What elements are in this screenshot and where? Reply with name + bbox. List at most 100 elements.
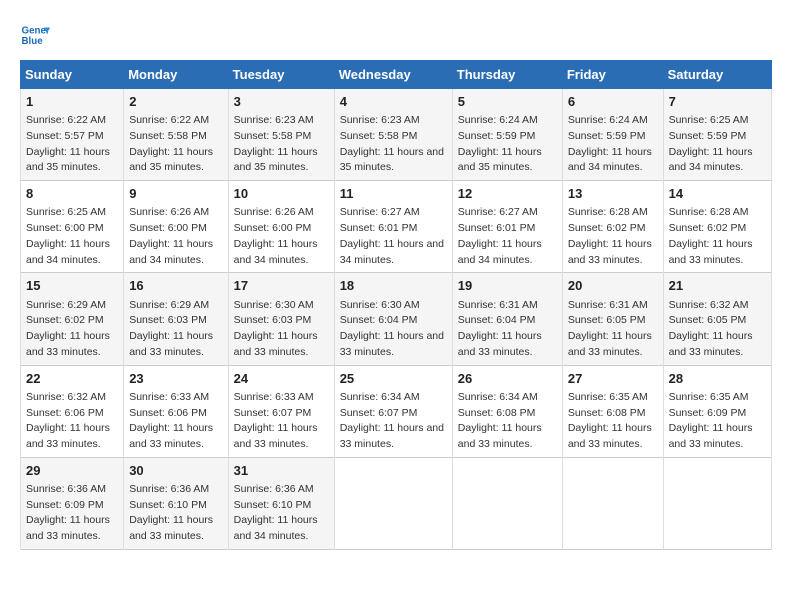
day-number: 31 — [234, 462, 329, 480]
calendar-cell: 29 Sunrise: 6:36 AMSunset: 6:09 PMDayligh… — [21, 457, 124, 549]
calendar-cell: 20Sunrise: 6:31 AMSunset: 6:05 PMDayligh… — [562, 273, 663, 365]
calendar-week-row: 29 Sunrise: 6:36 AMSunset: 6:09 PMDayligh… — [21, 457, 772, 549]
day-info: Sunrise: 6:24 AMSunset: 5:59 PMDaylight:… — [568, 114, 652, 173]
day-info: Sunrise: 6:34 AMSunset: 6:08 PMDaylight:… — [458, 391, 542, 450]
column-header-thursday: Thursday — [452, 61, 562, 89]
calendar-cell — [452, 457, 562, 549]
calendar-week-row: 15 Sunrise: 6:29 AMSunset: 6:02 PMDayligh… — [21, 273, 772, 365]
calendar-cell: 6Sunrise: 6:24 AMSunset: 5:59 PMDaylight… — [562, 89, 663, 181]
day-number: 22 — [26, 370, 118, 388]
day-info: Sunrise: 6:33 AMSunset: 6:07 PMDaylight:… — [234, 391, 318, 450]
day-info: Sunrise: 6:32 AMSunset: 6:06 PMDaylight:… — [26, 391, 110, 450]
day-info: Sunrise: 6:23 AMSunset: 5:58 PMDaylight:… — [340, 114, 444, 173]
calendar-cell: 15 Sunrise: 6:29 AMSunset: 6:02 PMDayligh… — [21, 273, 124, 365]
day-number: 14 — [669, 185, 766, 203]
day-number: 18 — [340, 277, 447, 295]
day-info: Sunrise: 6:32 AMSunset: 6:05 PMDaylight:… — [669, 299, 753, 358]
day-number: 9 — [129, 185, 222, 203]
day-info: Sunrise: 6:26 AMSunset: 6:00 PMDaylight:… — [129, 206, 213, 265]
logo-icon: General Blue — [20, 20, 50, 50]
calendar-cell: 26 Sunrise: 6:34 AMSunset: 6:08 PMDayligh… — [452, 365, 562, 457]
day-number: 23 — [129, 370, 222, 388]
day-info: Sunrise: 6:29 AMSunset: 6:02 PMDaylight:… — [26, 299, 110, 358]
calendar-cell: 13Sunrise: 6:28 AMSunset: 6:02 PMDayligh… — [562, 181, 663, 273]
day-number: 12 — [458, 185, 557, 203]
calendar-week-row: 8 Sunrise: 6:25 AMSunset: 6:00 PMDaylight… — [21, 181, 772, 273]
day-info: Sunrise: 6:27 AMSunset: 6:01 PMDaylight:… — [458, 206, 542, 265]
day-number: 4 — [340, 93, 447, 111]
calendar-cell: 25 Sunrise: 6:34 AMSunset: 6:07 PMDayligh… — [334, 365, 452, 457]
day-info: Sunrise: 6:30 AMSunset: 6:03 PMDaylight:… — [234, 299, 318, 358]
day-info: Sunrise: 6:24 AMSunset: 5:59 PMDaylight:… — [458, 114, 542, 173]
day-info: Sunrise: 6:25 AMSunset: 5:59 PMDaylight:… — [669, 114, 753, 173]
day-number: 15 — [26, 277, 118, 295]
day-number: 24 — [234, 370, 329, 388]
calendar-cell: 1Sunrise: 6:22 AMSunset: 5:57 PMDaylight… — [21, 89, 124, 181]
day-info: Sunrise: 6:36 AMSunset: 6:09 PMDaylight:… — [26, 483, 110, 542]
day-info: Sunrise: 6:22 AMSunset: 5:57 PMDaylight:… — [26, 114, 110, 173]
calendar-cell: 10Sunrise: 6:26 AMSunset: 6:00 PMDayligh… — [228, 181, 334, 273]
day-info: Sunrise: 6:26 AMSunset: 6:00 PMDaylight:… — [234, 206, 318, 265]
day-info: Sunrise: 6:25 AMSunset: 6:00 PMDaylight:… — [26, 206, 110, 265]
calendar-cell: 3Sunrise: 6:23 AMSunset: 5:58 PMDaylight… — [228, 89, 334, 181]
day-number: 11 — [340, 185, 447, 203]
day-number: 26 — [458, 370, 557, 388]
day-number: 7 — [669, 93, 766, 111]
day-number: 21 — [669, 277, 766, 295]
day-number: 30 — [129, 462, 222, 480]
day-info: Sunrise: 6:28 AMSunset: 6:02 PMDaylight:… — [568, 206, 652, 265]
calendar-cell: 2 Sunrise: 6:22 AMSunset: 5:58 PMDaylight… — [124, 89, 228, 181]
header: General Blue — [20, 20, 772, 50]
day-number: 19 — [458, 277, 557, 295]
calendar-cell: 7 Sunrise: 6:25 AMSunset: 5:59 PMDaylight… — [663, 89, 771, 181]
calendar-cell: 21 Sunrise: 6:32 AMSunset: 6:05 PMDayligh… — [663, 273, 771, 365]
calendar-table: SundayMondayTuesdayWednesdayThursdayFrid… — [20, 60, 772, 550]
calendar-header-row: SundayMondayTuesdayWednesdayThursdayFrid… — [21, 61, 772, 89]
day-info: Sunrise: 6:34 AMSunset: 6:07 PMDaylight:… — [340, 391, 444, 450]
column-header-monday: Monday — [124, 61, 228, 89]
day-info: Sunrise: 6:22 AMSunset: 5:58 PMDaylight:… — [129, 114, 213, 173]
calendar-cell: 19Sunrise: 6:31 AMSunset: 6:04 PMDayligh… — [452, 273, 562, 365]
logo: General Blue — [20, 20, 50, 50]
column-header-wednesday: Wednesday — [334, 61, 452, 89]
day-number: 17 — [234, 277, 329, 295]
calendar-cell: 5 Sunrise: 6:24 AMSunset: 5:59 PMDaylight… — [452, 89, 562, 181]
calendar-cell: 18 Sunrise: 6:30 AMSunset: 6:04 PMDayligh… — [334, 273, 452, 365]
day-info: Sunrise: 6:30 AMSunset: 6:04 PMDaylight:… — [340, 299, 444, 358]
day-number: 16 — [129, 277, 222, 295]
svg-text:Blue: Blue — [22, 36, 44, 47]
calendar-cell: 28 Sunrise: 6:35 AMSunset: 6:09 PMDayligh… — [663, 365, 771, 457]
day-number: 2 — [129, 93, 222, 111]
day-info: Sunrise: 6:31 AMSunset: 6:05 PMDaylight:… — [568, 299, 652, 358]
calendar-cell: 14 Sunrise: 6:28 AMSunset: 6:02 PMDayligh… — [663, 181, 771, 273]
calendar-cell: 30 Sunrise: 6:36 AMSunset: 6:10 PMDayligh… — [124, 457, 228, 549]
svg-text:General: General — [22, 26, 51, 37]
column-header-tuesday: Tuesday — [228, 61, 334, 89]
column-header-friday: Friday — [562, 61, 663, 89]
day-info: Sunrise: 6:36 AMSunset: 6:10 PMDaylight:… — [234, 483, 318, 542]
day-info: Sunrise: 6:29 AMSunset: 6:03 PMDaylight:… — [129, 299, 213, 358]
day-number: 27 — [568, 370, 658, 388]
day-info: Sunrise: 6:27 AMSunset: 6:01 PMDaylight:… — [340, 206, 444, 265]
calendar-cell: 4 Sunrise: 6:23 AMSunset: 5:58 PMDaylight… — [334, 89, 452, 181]
calendar-week-row: 22 Sunrise: 6:32 AMSunset: 6:06 PMDayligh… — [21, 365, 772, 457]
day-info: Sunrise: 6:33 AMSunset: 6:06 PMDaylight:… — [129, 391, 213, 450]
day-number: 8 — [26, 185, 118, 203]
day-info: Sunrise: 6:35 AMSunset: 6:09 PMDaylight:… — [669, 391, 753, 450]
calendar-cell: 27Sunrise: 6:35 AMSunset: 6:08 PMDayligh… — [562, 365, 663, 457]
day-info: Sunrise: 6:36 AMSunset: 6:10 PMDaylight:… — [129, 483, 213, 542]
day-number: 5 — [458, 93, 557, 111]
day-number: 3 — [234, 93, 329, 111]
day-info: Sunrise: 6:28 AMSunset: 6:02 PMDaylight:… — [669, 206, 753, 265]
calendar-cell: 8 Sunrise: 6:25 AMSunset: 6:00 PMDaylight… — [21, 181, 124, 273]
column-header-saturday: Saturday — [663, 61, 771, 89]
calendar-cell: 12 Sunrise: 6:27 AMSunset: 6:01 PMDayligh… — [452, 181, 562, 273]
day-number: 28 — [669, 370, 766, 388]
day-number: 25 — [340, 370, 447, 388]
calendar-cell: 22 Sunrise: 6:32 AMSunset: 6:06 PMDayligh… — [21, 365, 124, 457]
day-number: 29 — [26, 462, 118, 480]
calendar-cell — [334, 457, 452, 549]
calendar-week-row: 1Sunrise: 6:22 AMSunset: 5:57 PMDaylight… — [21, 89, 772, 181]
calendar-cell: 11 Sunrise: 6:27 AMSunset: 6:01 PMDayligh… — [334, 181, 452, 273]
column-header-sunday: Sunday — [21, 61, 124, 89]
